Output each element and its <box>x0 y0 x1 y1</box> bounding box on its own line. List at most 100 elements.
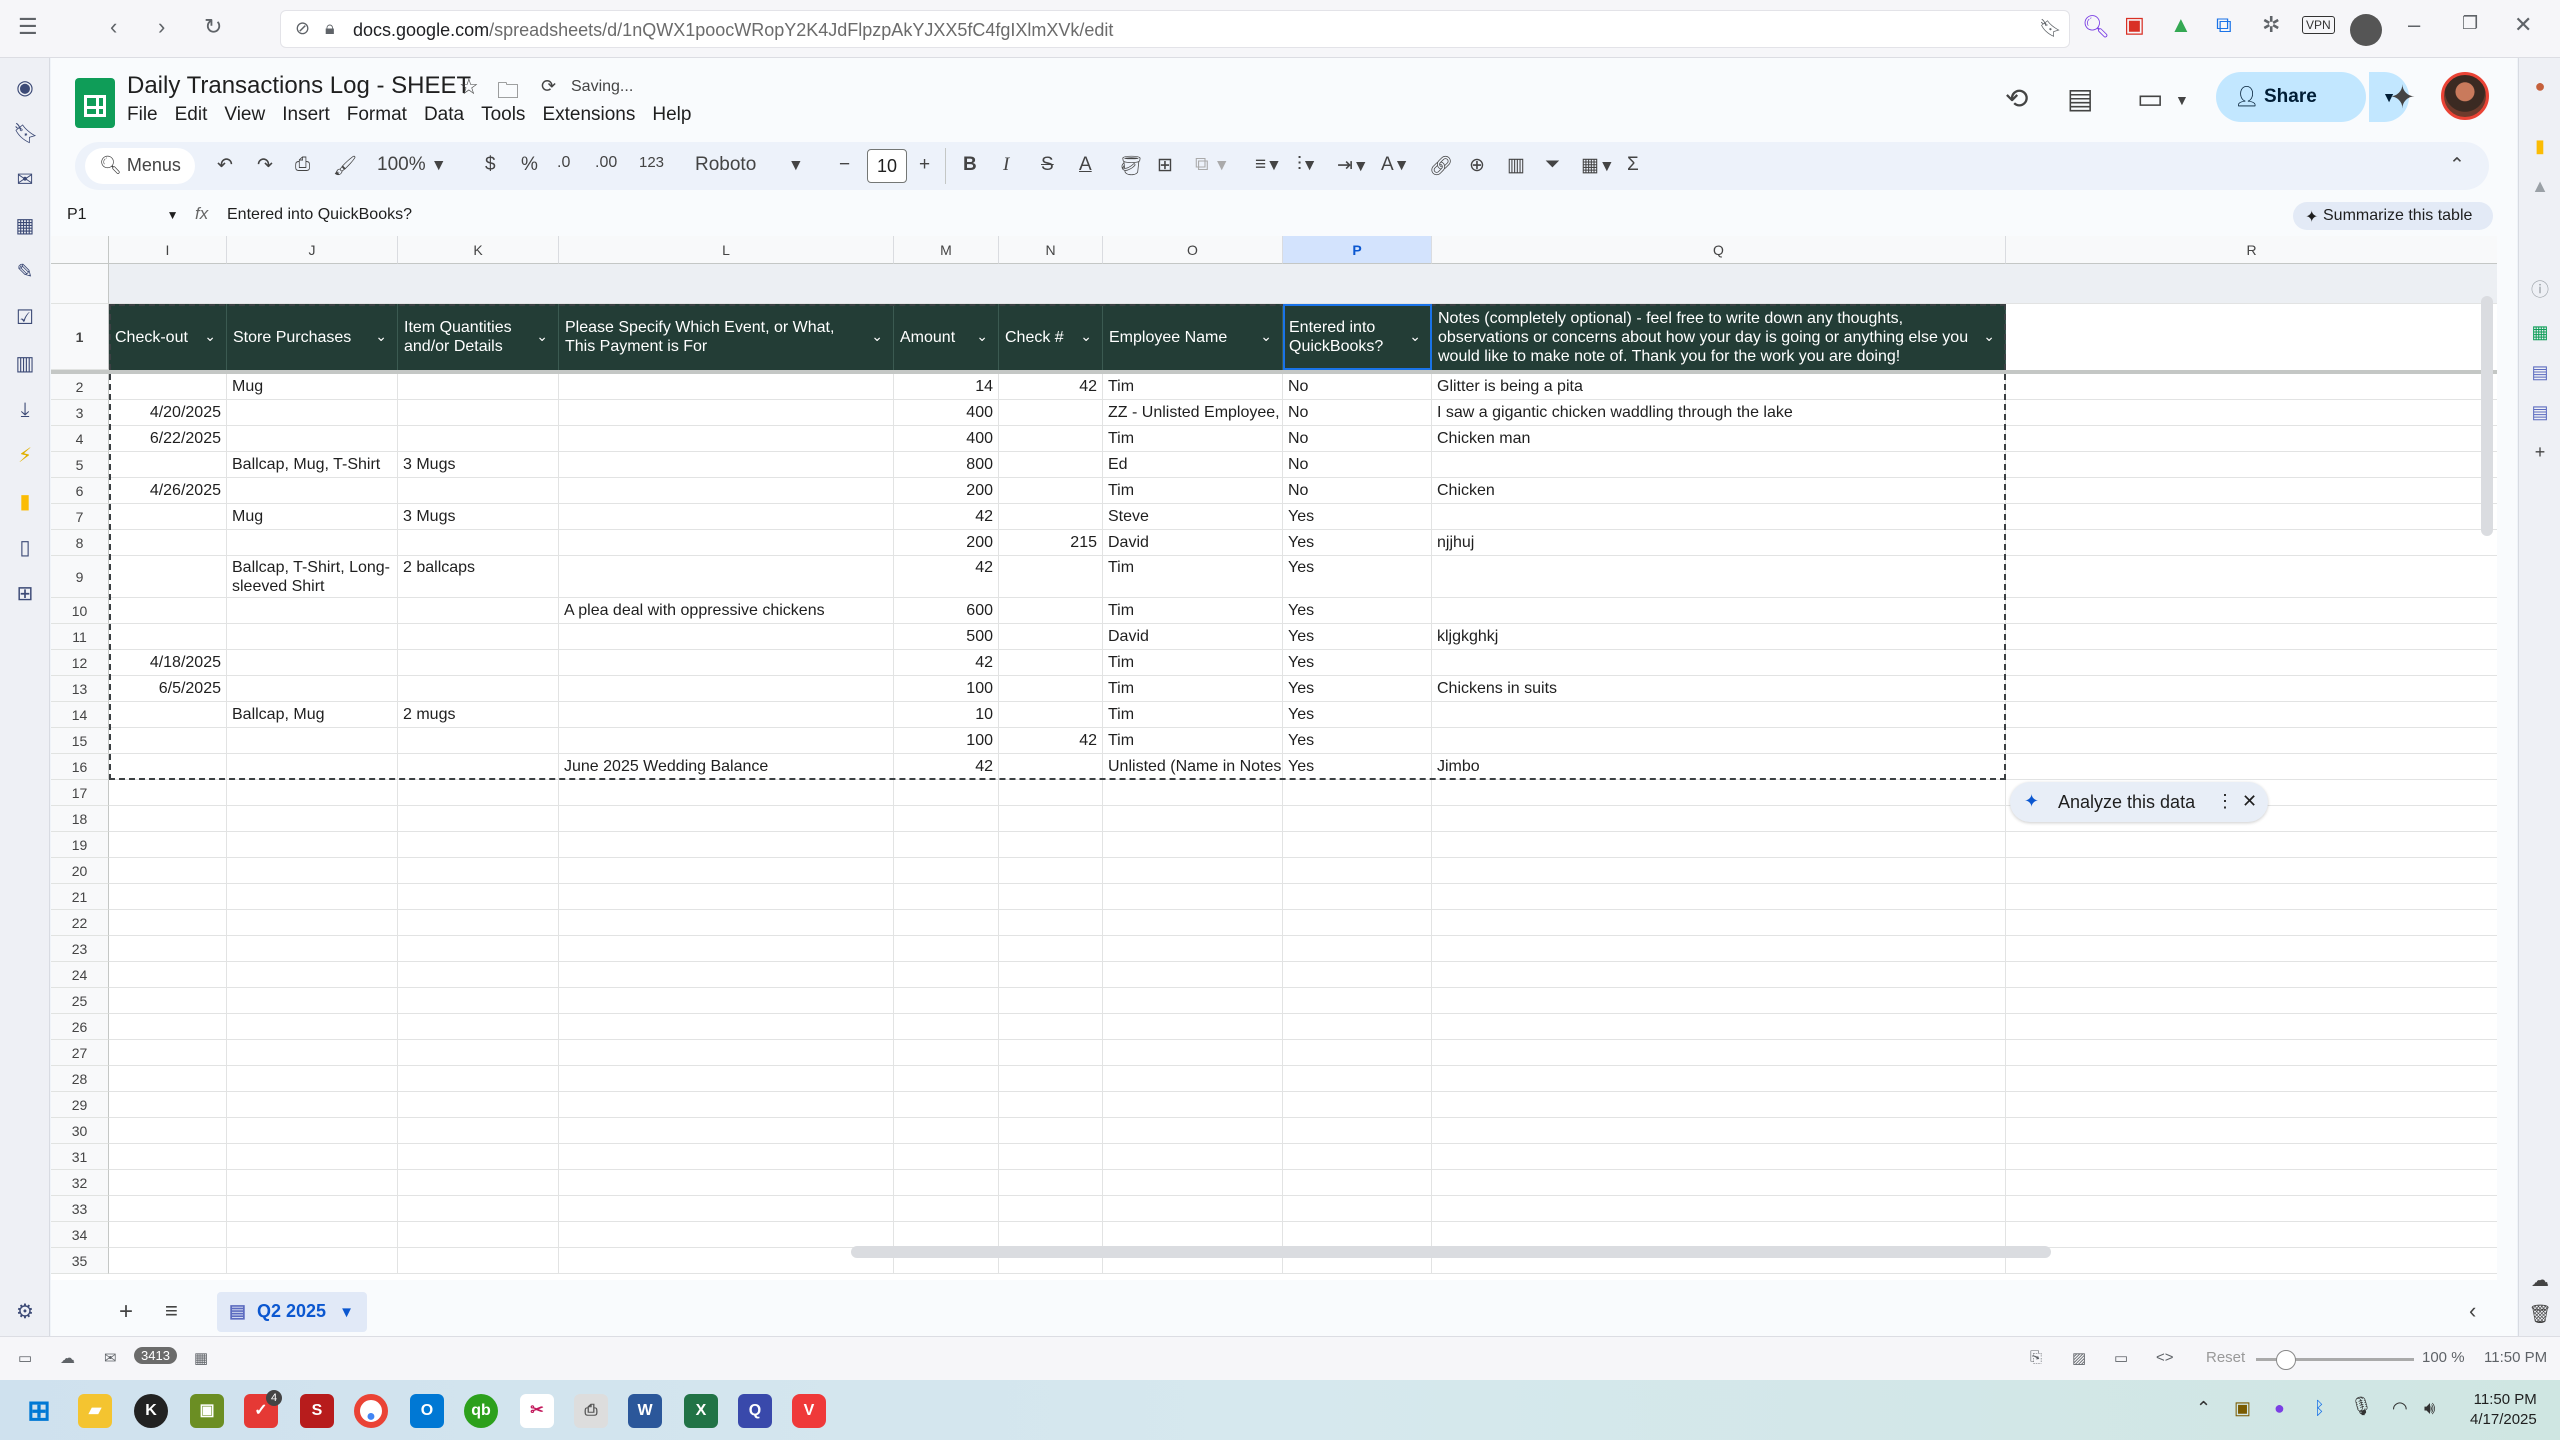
table-cell[interactable] <box>999 1092 1103 1118</box>
table-cell[interactable] <box>1103 1144 1283 1170</box>
taskbar-clock[interactable]: 11:50 PM 4/17/2025 <box>2470 1390 2537 1430</box>
row-header[interactable]: 16 <box>51 754 109 780</box>
table-cell[interactable] <box>109 598 227 624</box>
table-cell[interactable] <box>894 910 999 936</box>
row-header[interactable]: 10 <box>51 598 109 624</box>
table-cell[interactable]: Tim <box>1103 702 1283 728</box>
calendar-status-icon[interactable]: ▦ <box>194 1349 208 1367</box>
address-bar[interactable]: ⊘ 🔒︎ docs.google.com/spreadsheets/d/1nQW… <box>280 10 2070 48</box>
table-cell[interactable] <box>109 556 227 598</box>
table-cell[interactable] <box>398 728 559 754</box>
table-cell[interactable] <box>2006 650 2497 676</box>
table-cell[interactable] <box>2006 702 2497 728</box>
menu-view[interactable]: View <box>224 104 265 125</box>
table-cell[interactable] <box>559 832 894 858</box>
table-cell[interactable] <box>1432 1066 2006 1092</box>
row-header[interactable]: 7 <box>51 504 109 530</box>
table-cell[interactable] <box>894 780 999 806</box>
table-cell[interactable] <box>559 806 894 832</box>
table-cell[interactable] <box>1432 556 2006 598</box>
reload-icon[interactable]: ↻ <box>204 16 222 38</box>
table-cell[interactable] <box>109 1118 227 1144</box>
table-cell[interactable] <box>559 1066 894 1092</box>
table-cell[interactable]: 4/26/2025 <box>109 478 227 504</box>
table-cell[interactable]: Ballcap, Mug <box>227 702 398 728</box>
table-cell[interactable]: 500 <box>894 624 999 650</box>
insert-comment-icon[interactable]: ⊕ <box>1469 154 1485 177</box>
table-cell[interactable] <box>2006 374 2497 400</box>
print-icon[interactable]: ⎙ <box>295 154 310 176</box>
table-cell[interactable] <box>2006 858 2497 884</box>
screenshot-extension-icon[interactable]: ⧉ <box>2216 14 2232 36</box>
table-cell[interactable] <box>894 884 999 910</box>
tray-app2-icon[interactable]: ● <box>2274 1398 2285 1419</box>
table-cell[interactable] <box>2006 1222 2497 1248</box>
table-cell[interactable] <box>398 1248 559 1274</box>
table-cell[interactable]: 3 Mugs <box>398 504 559 530</box>
table-cell[interactable] <box>999 400 1103 426</box>
row-header[interactable]: 29 <box>51 1092 109 1118</box>
sheet-tab-q2-2025[interactable]: ▤ Q2 2025 ▼ <box>217 1292 367 1332</box>
table-cell[interactable] <box>227 676 398 702</box>
table-cell[interactable] <box>2006 1196 2497 1222</box>
table-cell[interactable] <box>999 650 1103 676</box>
table-cell[interactable] <box>999 1144 1103 1170</box>
table-cell[interactable]: Yes <box>1283 504 1432 530</box>
table-cell[interactable] <box>398 780 559 806</box>
table-cell[interactable]: David <box>1103 624 1283 650</box>
table-cell[interactable] <box>398 754 559 780</box>
row-header[interactable]: 25 <box>51 988 109 1014</box>
table-cell[interactable] <box>1432 936 2006 962</box>
table-cell[interactable] <box>1283 1222 1432 1248</box>
row-header[interactable]: 21 <box>51 884 109 910</box>
table-header-cell[interactable]: Check # ⌄ <box>999 304 1103 370</box>
star-icon[interactable]: ☆ <box>459 74 479 100</box>
column-dropdown-icon[interactable]: ⌄ <box>204 327 216 346</box>
table-cell[interactable] <box>999 1014 1103 1040</box>
mail-icon[interactable]: ✉ <box>13 168 37 192</box>
table-cell[interactable] <box>227 962 398 988</box>
share-button[interactable]: 👤︎ Share <box>2216 72 2366 122</box>
table-cell[interactable] <box>559 1118 894 1144</box>
app-printer-icon[interactable]: ⎙ <box>574 1394 608 1428</box>
table-cell[interactable] <box>109 754 227 780</box>
strikethrough-button[interactable]: S <box>1041 154 1054 176</box>
excel-icon[interactable]: X <box>684 1394 718 1428</box>
table-cell[interactable] <box>227 1144 398 1170</box>
table-cell[interactable] <box>109 806 227 832</box>
table-cell[interactable] <box>398 530 559 556</box>
row-header[interactable]: 2 <box>51 374 109 400</box>
menu-insert[interactable]: Insert <box>282 104 330 125</box>
table-cell[interactable]: Tim <box>1103 478 1283 504</box>
close-icon[interactable]: ✕ <box>2514 14 2532 36</box>
table-cell[interactable] <box>1103 1092 1283 1118</box>
table-header-cell[interactable]: Check-out ⌄ <box>109 304 227 370</box>
avatar[interactable] <box>2441 72 2489 120</box>
paint-format-icon[interactable]: 🖌︎ <box>333 154 357 178</box>
row-header[interactable]: 31 <box>51 1144 109 1170</box>
table-cell[interactable] <box>2006 676 2497 702</box>
tiling-icon[interactable]: ▭ <box>2114 1349 2128 1367</box>
table-cell[interactable] <box>999 504 1103 530</box>
table-cell[interactable] <box>109 1222 227 1248</box>
table-cell[interactable] <box>1283 936 1432 962</box>
table-cell[interactable] <box>109 832 227 858</box>
table-cell[interactable]: 42 <box>999 374 1103 400</box>
table-cell[interactable] <box>2006 1066 2497 1092</box>
column-header[interactable]: L <box>559 236 894 264</box>
table-cell[interactable] <box>227 400 398 426</box>
bold-button[interactable]: B <box>963 154 977 176</box>
select-all-corner[interactable] <box>51 236 109 264</box>
font-select[interactable]: Roboto ▼ <box>695 154 804 176</box>
column-dropdown-icon[interactable]: ⌄ <box>1409 327 1421 346</box>
capture-icon[interactable]: ⎘ <box>2030 1349 2042 1366</box>
table-cell[interactable] <box>999 426 1103 452</box>
vpn-icon[interactable]: VPN <box>2302 16 2335 34</box>
table-cell[interactable]: 42 <box>999 728 1103 754</box>
table-cell[interactable] <box>1283 988 1432 1014</box>
italic-button[interactable]: I <box>1003 154 1009 176</box>
table-cell[interactable]: 100 <box>894 676 999 702</box>
table-cell[interactable] <box>227 754 398 780</box>
windows-start-icon[interactable]: ⊞ <box>22 1394 56 1428</box>
chrome-icon[interactable]: ● <box>354 1394 388 1428</box>
